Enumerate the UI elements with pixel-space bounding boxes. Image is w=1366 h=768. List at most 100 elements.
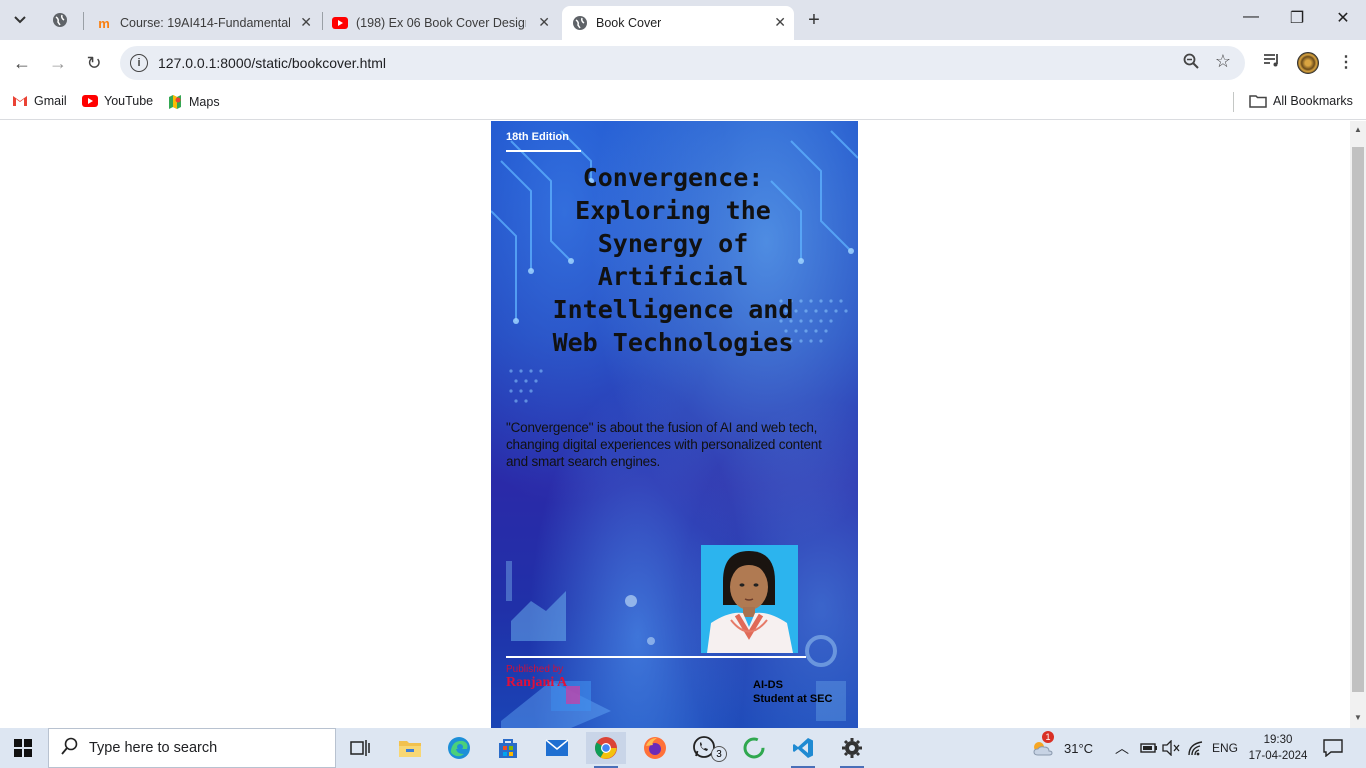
system-clock[interactable]: 19:30 17-04-2024	[1243, 732, 1313, 764]
address-bar[interactable]: i 127.0.0.1:8000/static/bookcover.html ☆	[120, 46, 1245, 80]
notification-icon	[1323, 739, 1343, 757]
sync-circle-icon	[743, 737, 765, 759]
mail-icon	[545, 739, 569, 756]
profile-avatar[interactable]	[1297, 52, 1319, 74]
volume-status[interactable]	[1162, 728, 1180, 768]
folder-icon	[1249, 94, 1267, 108]
restore-button[interactable]: ❐	[1274, 8, 1320, 28]
all-bookmarks-label: All Bookmarks	[1273, 94, 1353, 108]
forward-button[interactable]: →	[46, 51, 70, 75]
temperature: 31°C	[1064, 740, 1094, 756]
notifications-button[interactable]	[1323, 728, 1343, 768]
mail-app[interactable]	[537, 732, 577, 764]
close-icon: ✕	[1336, 10, 1350, 27]
bookmark-label: YouTube	[104, 94, 154, 108]
microsoft-store-app[interactable]	[488, 732, 528, 764]
tab-search-button[interactable]	[6, 6, 34, 34]
bookmark-maps[interactable]: Maps	[167, 94, 220, 110]
network-status[interactable]	[1187, 728, 1205, 768]
department-line: AI-DS	[753, 679, 783, 691]
tab-youtube[interactable]: (198) Ex 06 Book Cover Design ✕	[326, 6, 558, 40]
chevron-up-icon: ︿	[1115, 740, 1129, 756]
task-view-icon	[350, 740, 370, 756]
tab-separator	[322, 12, 323, 30]
close-icon[interactable]: ✕	[774, 14, 786, 31]
author-department: AI-DS Student at SEC	[753, 678, 832, 706]
scroll-thumb[interactable]	[1352, 147, 1364, 692]
back-button[interactable]: ←	[10, 51, 34, 75]
close-icon[interactable]: ✕	[300, 14, 312, 31]
pinned-tab[interactable]	[44, 8, 76, 32]
chrome-app[interactable]	[586, 732, 626, 768]
vscode-app[interactable]	[783, 732, 823, 768]
arrow-right-icon: →	[49, 52, 67, 73]
reload-button[interactable]: ↻	[82, 51, 106, 75]
author-photo	[701, 545, 798, 653]
edge-app[interactable]	[439, 732, 479, 764]
show-hidden-icons[interactable]: ︿	[1115, 728, 1129, 768]
battery-icon	[1140, 743, 1157, 753]
bookmark-star-icon[interactable]: ☆	[1215, 51, 1231, 72]
input-language[interactable]: ENG	[1212, 728, 1238, 768]
chevron-down-icon	[14, 16, 26, 24]
windows-icon	[14, 739, 32, 757]
start-button[interactable]	[14, 739, 32, 762]
gmail-icon	[12, 95, 28, 107]
close-window-button[interactable]: ✕	[1320, 8, 1366, 28]
scroll-down-arrow-icon[interactable]: ▼	[1354, 713, 1362, 722]
bookmark-label: Gmail	[34, 94, 67, 108]
tab-book-cover[interactable]: Book Cover ✕	[562, 6, 794, 40]
windows-taskbar: Type here to search 3 1 31°C ︿ ENG 19:30…	[0, 728, 1366, 768]
tab-label: Course: 19AI414-Fundamentals	[120, 16, 290, 30]
firefox-icon	[644, 737, 666, 759]
refresh-app[interactable]	[734, 732, 774, 764]
bookmarks-separator	[1233, 92, 1234, 112]
restore-icon: ❐	[1289, 10, 1305, 27]
reload-icon: ↻	[86, 52, 102, 73]
task-view-button[interactable]	[340, 732, 380, 764]
tab-course[interactable]: m Course: 19AI414-Fundamentals ✕	[88, 6, 320, 40]
url-text[interactable]: 127.0.0.1:8000/static/bookcover.html	[158, 55, 386, 71]
maps-icon	[167, 94, 183, 110]
media-control-icon[interactable]	[1263, 52, 1281, 73]
vertical-scrollbar[interactable]: ▲ ▼	[1350, 121, 1366, 728]
youtube-icon	[332, 15, 348, 31]
site-info-icon[interactable]: i	[130, 54, 148, 72]
bookmarks-bar: Gmail YouTube Maps All Bookmarks	[0, 86, 1366, 120]
whatsapp-app[interactable]: 3	[685, 732, 727, 764]
zoom-icon[interactable]	[1183, 53, 1199, 74]
edge-icon	[448, 737, 470, 759]
firefox-app[interactable]	[635, 732, 675, 764]
chrome-icon	[595, 737, 617, 759]
battery-status[interactable]	[1140, 728, 1158, 768]
taskbar-search-box[interactable]: Type here to search	[48, 728, 336, 768]
book-description: "Convergence" is about the fusion of AI …	[506, 420, 822, 469]
file-explorer-app[interactable]	[390, 732, 430, 764]
minimize-icon: —	[1243, 8, 1259, 25]
clock-time: 19:30	[1263, 734, 1293, 746]
role-line: Student at SEC	[753, 693, 833, 705]
edition-divider	[506, 150, 581, 152]
menu-icon[interactable]: ⋮	[1338, 52, 1354, 72]
close-icon[interactable]: ✕	[538, 14, 550, 31]
settings-app[interactable]	[832, 732, 872, 768]
search-icon	[61, 737, 79, 760]
clock-date: 17-04-2024	[1248, 750, 1308, 762]
weather-alert-badge: 1	[1042, 730, 1054, 743]
weather-widget[interactable]: 1 31°C	[1030, 728, 1093, 768]
search-placeholder: Type here to search	[89, 740, 218, 756]
all-bookmarks-button[interactable]: All Bookmarks	[1249, 94, 1353, 108]
store-icon	[499, 739, 517, 758]
minimize-button[interactable]: —	[1228, 8, 1274, 26]
bookmark-gmail[interactable]: Gmail	[12, 94, 67, 108]
globe-icon	[53, 13, 67, 27]
bookmark-youtube[interactable]: YouTube	[82, 94, 153, 108]
gear-icon	[842, 738, 862, 758]
volume-muted-icon	[1162, 740, 1180, 756]
new-tab-button[interactable]: +	[802, 8, 826, 32]
tab-label: (198) Ex 06 Book Cover Design	[356, 16, 526, 30]
page-viewport: 18th Edition Convergence: Exploring the …	[0, 121, 1350, 728]
moodle-icon: m	[98, 15, 110, 31]
tab-label: Book Cover	[596, 16, 662, 30]
scroll-up-arrow-icon[interactable]: ▲	[1354, 125, 1362, 134]
